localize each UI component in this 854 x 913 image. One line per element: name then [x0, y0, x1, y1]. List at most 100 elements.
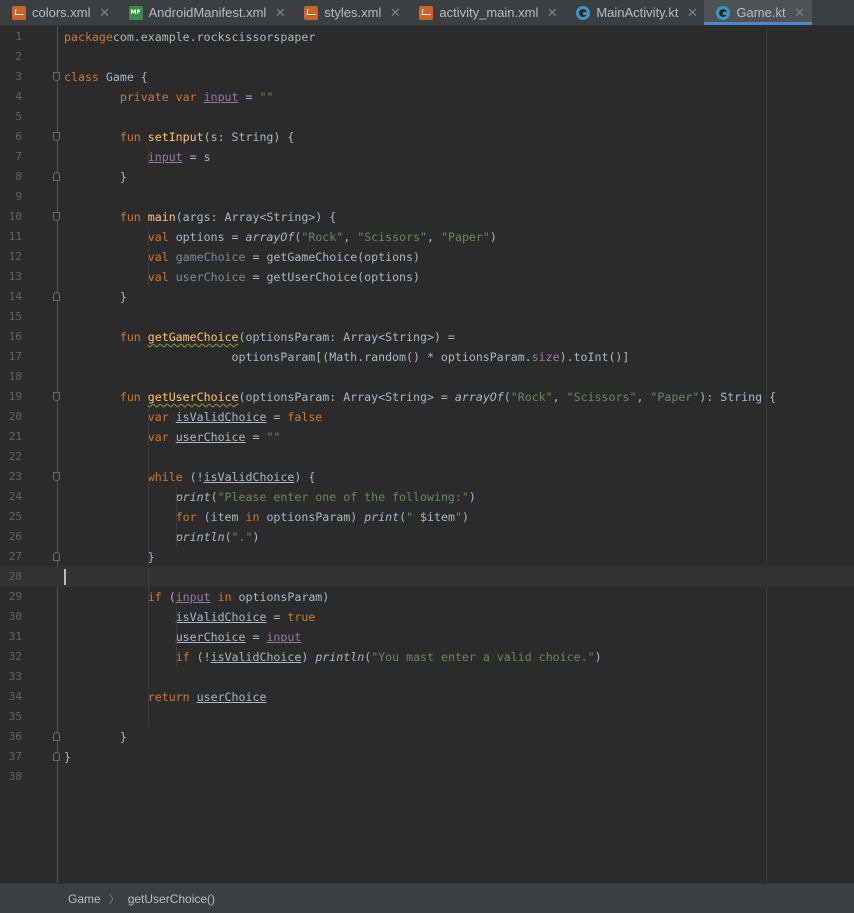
code-token: val	[147, 270, 176, 284]
code-token: (optionsParam: Array<String> =	[238, 390, 455, 404]
line-number: 18	[8, 370, 22, 383]
code-token: getUserChoice	[147, 390, 239, 404]
code-token: optionsParam[(Math.random() * optionsPar…	[64, 350, 532, 364]
code-text: }	[64, 167, 127, 187]
close-icon[interactable]: ✕	[546, 5, 558, 21]
code-text: userChoice = input	[64, 627, 302, 647]
tab-styles-xml[interactable]: styles.xml ✕	[292, 0, 407, 25]
manifest-file-icon	[128, 5, 143, 20]
fold-expand-icon[interactable]	[53, 132, 60, 141]
breadcrumb-separator-icon: 〉	[108, 893, 120, 906]
code-token: "You mast enter a valid choice."	[371, 650, 595, 664]
close-icon[interactable]: ✕	[274, 5, 286, 21]
code-text: return userChoice	[64, 687, 267, 707]
indent-guide	[176, 607, 177, 667]
code-token: input	[266, 630, 302, 644]
fold-collapse-icon[interactable]	[53, 752, 60, 761]
code-line: 5	[0, 107, 854, 127]
tab-activity-main-xml[interactable]: activity_main.xml ✕	[407, 0, 564, 25]
fold-expand-icon[interactable]	[53, 392, 60, 401]
code-token: ,	[552, 390, 567, 404]
code-token: userChoice	[175, 270, 246, 284]
code-line: 24 print("Please enter one of the follow…	[0, 487, 854, 507]
fold-expand-icon[interactable]	[53, 212, 60, 221]
breadcrumb-item-function[interactable]: getUserChoice()	[122, 892, 221, 906]
fold-expand-icon[interactable]	[53, 72, 60, 81]
line-number: 20	[8, 410, 22, 423]
code-token: )	[489, 230, 497, 244]
line-number: 23	[8, 470, 22, 483]
code-token: = getGameChoice(options)	[245, 250, 421, 264]
line-number: 30	[8, 610, 22, 623]
code-token: (	[210, 490, 218, 504]
code-line: 27 }	[0, 547, 854, 567]
tab-colors-xml[interactable]: colors.xml ✕	[0, 0, 117, 25]
editor-tab-bar: colors.xml✕AndroidManifest.xml✕styles.xm…	[0, 0, 854, 26]
close-icon[interactable]: ✕	[686, 5, 698, 21]
line-number: 5	[15, 110, 22, 123]
code-line: 23 while (!isValidChoice) {	[0, 467, 854, 487]
code-token: optionsParam)	[238, 590, 330, 604]
code-token: in	[210, 590, 239, 604]
code-token: if	[175, 650, 197, 664]
code-token: (	[503, 390, 511, 404]
code-text: private var input = ""	[64, 87, 274, 107]
fold-collapse-icon[interactable]	[53, 292, 60, 301]
code-text: val options = arrayOf("Rock", "Scissors"…	[64, 227, 497, 247]
code-token: for	[175, 510, 204, 524]
code-token: arrayOf	[454, 390, 504, 404]
code-line: 16 fun getGameChoice(optionsParam: Array…	[0, 327, 854, 347]
breadcrumb-item-class[interactable]: Game	[0, 892, 107, 906]
line-number: 32	[8, 650, 22, 663]
fold-expand-icon[interactable]	[53, 472, 60, 481]
close-icon[interactable]: ✕	[99, 5, 111, 21]
code-token: (args: Array<String>) {	[175, 210, 337, 224]
code-token: "Scissors"	[357, 230, 428, 244]
code-line: 28	[0, 567, 854, 587]
code-text: if (!isValidChoice) println("You mast en…	[64, 647, 602, 667]
code-editor[interactable]: 1 packagecom.example.rockscissorspaper 2 3 c…	[0, 26, 854, 883]
code-line: 2	[0, 47, 854, 67]
code-line: 38	[0, 767, 854, 787]
close-icon[interactable]: ✕	[389, 5, 401, 21]
close-icon[interactable]: ✕	[794, 5, 806, 21]
code-text: fun getUserChoice(optionsParam: Array<St…	[64, 387, 776, 407]
code-text: class Game {	[64, 67, 148, 87]
code-token: gameChoice	[175, 250, 246, 264]
code-token: fun	[119, 390, 148, 404]
line-number: 17	[8, 350, 22, 363]
code-token: ""	[266, 430, 281, 444]
tab-mainactivity-kt[interactable]: MainActivity.kt ✕	[564, 0, 704, 25]
indent-guide	[176, 487, 177, 547]
xml-file-icon	[419, 5, 434, 20]
code-line: 7 input = s	[0, 147, 854, 167]
code-line: 21 var userChoice = ""	[0, 427, 854, 447]
code-token: (optionsParam: Array<String>) =	[238, 330, 455, 344]
code-text: while (!isValidChoice) {	[64, 467, 316, 487]
tab-label: colors.xml	[32, 5, 91, 20]
kotlin-class-icon	[716, 5, 731, 20]
code-line: 1 packagecom.example.rockscissorspaper	[0, 27, 854, 47]
line-number: 13	[8, 270, 22, 283]
fold-collapse-icon[interactable]	[53, 552, 60, 561]
tab-game-kt[interactable]: Game.kt ✕	[704, 0, 812, 25]
fold-collapse-icon[interactable]	[53, 172, 60, 181]
fold-collapse-icon[interactable]	[53, 732, 60, 741]
line-number: 2	[15, 50, 22, 63]
code-text: for (item in optionsParam) print(" $item…	[64, 507, 469, 527]
code-line: 14 }	[0, 287, 854, 307]
code-token: )	[301, 650, 316, 664]
tab-label: MainActivity.kt	[596, 5, 679, 20]
code-token: ""	[259, 90, 274, 104]
code-token: (	[168, 590, 176, 604]
code-token: Game {	[105, 70, 148, 84]
code-token: arrayOf	[245, 230, 295, 244]
line-number: 33	[8, 670, 22, 683]
code-token: "Paper"	[441, 230, 490, 244]
tab-androidmanifest-xml[interactable]: AndroidManifest.xml ✕	[117, 0, 293, 25]
